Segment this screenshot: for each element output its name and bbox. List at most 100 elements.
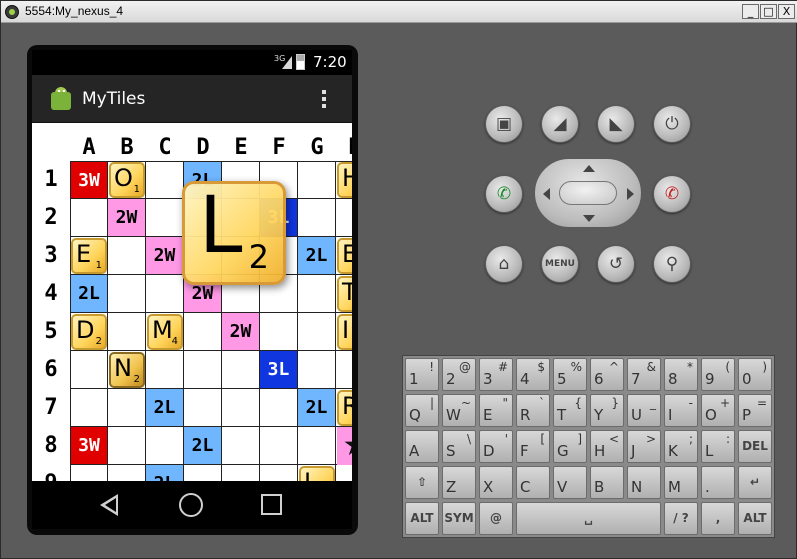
board-cell[interactable]	[298, 351, 336, 389]
board-cell[interactable]	[260, 465, 298, 481]
premium-square-2l[interactable]: 2L	[184, 427, 222, 465]
dpad-up-icon[interactable]	[583, 165, 595, 172]
board-cell[interactable]	[108, 427, 146, 465]
call-button[interactable]: ✆	[485, 175, 523, 213]
key-0[interactable]: 0)	[738, 358, 772, 391]
letter-tile[interactable]: T	[337, 276, 352, 312]
key-g[interactable]: G]	[553, 430, 587, 463]
letter-tile[interactable]: H	[337, 162, 352, 198]
board-cell[interactable]	[70, 351, 108, 389]
board-cell[interactable]	[336, 351, 352, 389]
letter-tile[interactable]: E1	[71, 238, 107, 274]
board-cell[interactable]	[222, 351, 260, 389]
board-cell[interactable]	[70, 199, 108, 237]
board-cell[interactable]	[146, 427, 184, 465]
board-cell[interactable]	[260, 313, 298, 351]
camera-button[interactable]: ▣	[485, 105, 523, 143]
board-cell[interactable]	[336, 465, 352, 481]
key-u[interactable]: U _	[627, 394, 661, 427]
letter-tile[interactable]: J	[299, 466, 335, 481]
board-cell[interactable]	[184, 465, 222, 481]
key-sym[interactable]: SYM	[442, 502, 476, 535]
board-cell[interactable]	[336, 199, 352, 237]
letter-tile[interactable]: R	[337, 390, 352, 426]
key-4[interactable]: 4 $	[516, 358, 550, 391]
board-cell[interactable]	[298, 427, 336, 465]
premium-square-2l[interactable]: 2L	[146, 465, 184, 481]
key-6[interactable]: 6 ^	[590, 358, 624, 391]
minimize-button[interactable]: _	[742, 4, 759, 19]
recents-icon[interactable]	[261, 494, 282, 515]
board-cell[interactable]	[108, 237, 146, 275]
key-symbol[interactable]: @	[479, 502, 513, 535]
key-v[interactable]: V	[553, 466, 587, 499]
power-button[interactable]: ⏻	[653, 105, 691, 143]
key-c[interactable]: C	[516, 466, 550, 499]
board-cell[interactable]	[298, 313, 336, 351]
key-8[interactable]: 8 *	[664, 358, 698, 391]
dpad-left-icon[interactable]	[543, 188, 550, 200]
key-3[interactable]: 3 #	[479, 358, 513, 391]
letter-tile[interactable]: I	[337, 314, 352, 350]
key-symbol[interactable]: / ?	[664, 502, 698, 535]
key-x[interactable]: X	[479, 466, 513, 499]
end-call-button[interactable]: ✆	[653, 175, 691, 213]
letter-tile[interactable]: E	[337, 238, 352, 274]
letter-tile[interactable]: N2	[109, 352, 145, 388]
game-board[interactable]: ABCDEFGH1234567893W2L2W3L2W2L2L2W2W3L2L2…	[32, 123, 352, 481]
premium-square-2l[interactable]: 2L	[70, 275, 108, 313]
letter-tile[interactable]: M4	[147, 314, 183, 350]
key-alt[interactable]: ALT	[405, 502, 439, 535]
key-symbol[interactable]: ↵	[738, 466, 772, 499]
board-cell[interactable]	[184, 313, 222, 351]
key-1[interactable]: 1!	[405, 358, 439, 391]
key-symbol[interactable]: ␣	[516, 502, 661, 535]
premium-square-2w[interactable]: 2W	[146, 237, 184, 275]
key-y[interactable]: Y}	[590, 394, 624, 427]
key-symbol[interactable]: ⇧	[405, 466, 439, 499]
board-cell[interactable]	[70, 465, 108, 481]
board-cell[interactable]	[108, 389, 146, 427]
board-cell[interactable]	[108, 313, 146, 351]
board-cell[interactable]	[184, 351, 222, 389]
key-l[interactable]: L:	[701, 430, 735, 463]
key-j[interactable]: J >	[627, 430, 661, 463]
overflow-menu-icon[interactable]	[320, 88, 328, 110]
key-b[interactable]: B	[590, 466, 624, 499]
key-5[interactable]: 5%	[553, 358, 587, 391]
key-n[interactable]: N	[627, 466, 661, 499]
board-cell[interactable]	[146, 199, 184, 237]
key-2[interactable]: 2 @	[442, 358, 476, 391]
key-symbol[interactable]: ,	[701, 502, 735, 535]
dpad-down-icon[interactable]	[583, 215, 595, 222]
premium-square-3l[interactable]: 3L	[260, 351, 298, 389]
board-cell[interactable]	[298, 199, 336, 237]
premium-square-3w[interactable]: 3W	[70, 427, 108, 465]
key-alt[interactable]: ALT	[738, 502, 772, 535]
key-7[interactable]: 7 &	[627, 358, 661, 391]
board-cell[interactable]	[298, 275, 336, 313]
key-i[interactable]: I-	[664, 394, 698, 427]
premium-square-3w[interactable]: 3W	[70, 161, 108, 199]
key-m[interactable]: M	[664, 466, 698, 499]
board-cell[interactable]	[222, 465, 260, 481]
key-w[interactable]: W ~	[442, 394, 476, 427]
key-t[interactable]: T{	[553, 394, 587, 427]
key-h[interactable]: H <	[590, 430, 624, 463]
dpad-right-icon[interactable]	[627, 188, 634, 200]
board-cell[interactable]	[184, 389, 222, 427]
dpad-center-button[interactable]	[559, 181, 617, 205]
home-icon[interactable]	[179, 493, 203, 517]
board-cell[interactable]	[260, 427, 298, 465]
back-icon[interactable]	[100, 494, 118, 516]
key-f[interactable]: F[	[516, 430, 550, 463]
key-k[interactable]: K;	[664, 430, 698, 463]
key-a[interactable]: A	[405, 430, 439, 463]
letter-tile[interactable]: D2	[71, 314, 107, 350]
board-cell[interactable]	[108, 275, 146, 313]
key-z[interactable]: Z	[442, 466, 476, 499]
hw-home-button[interactable]: ⌂	[485, 245, 523, 283]
menu-button[interactable]: MENU	[541, 245, 579, 283]
board-cell[interactable]	[108, 465, 146, 481]
key-q[interactable]: Q |	[405, 394, 439, 427]
